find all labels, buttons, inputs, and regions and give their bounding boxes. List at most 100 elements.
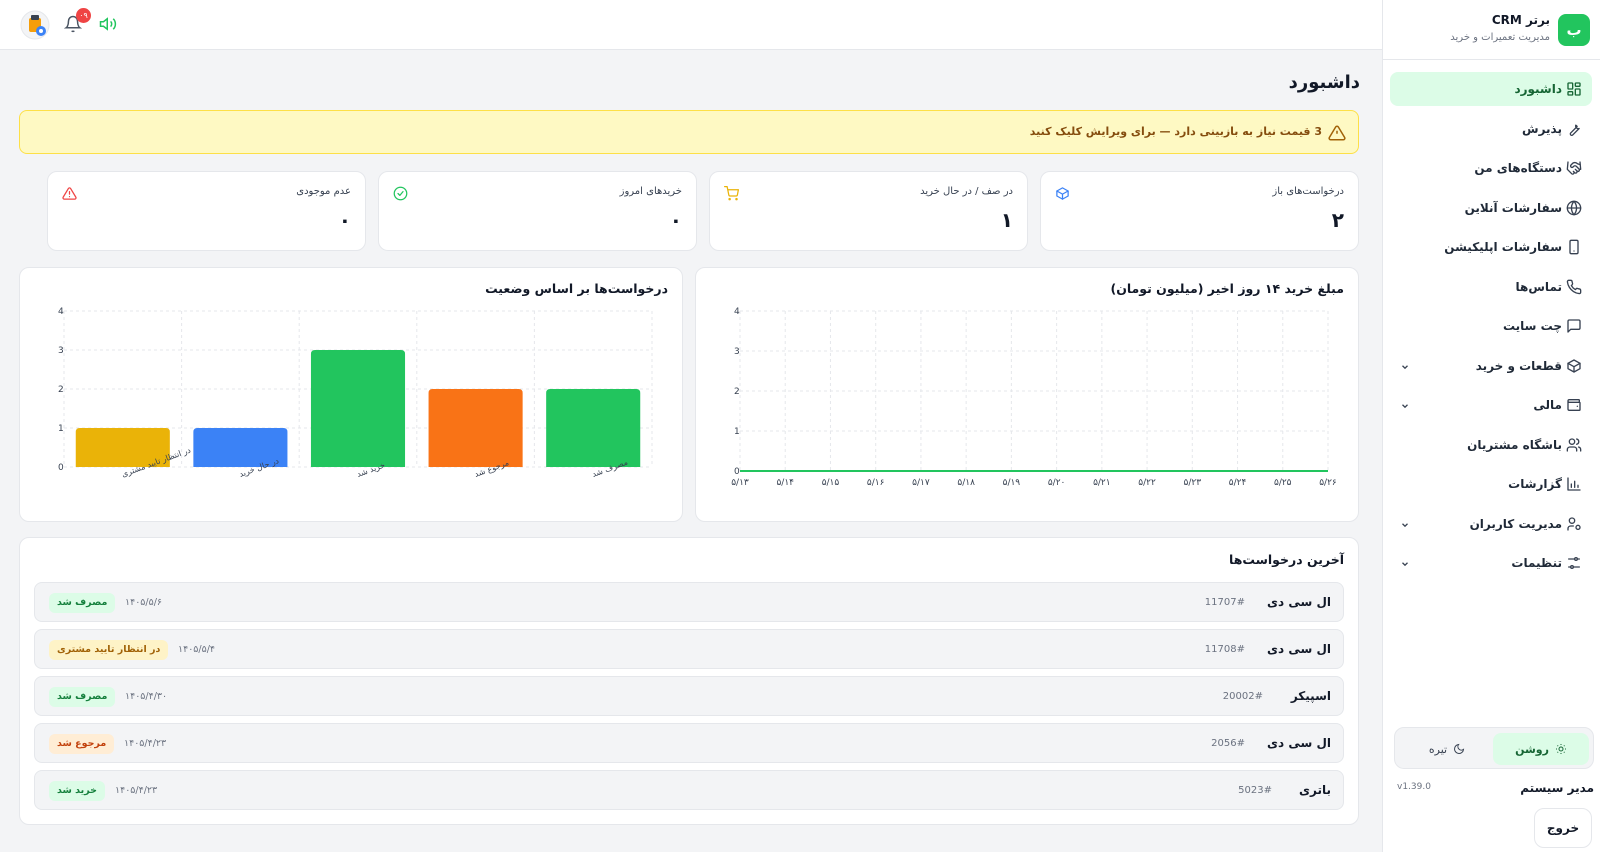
sidebar-item-10[interactable]: گزارشات: [1390, 467, 1592, 501]
sidebar-item-2[interactable]: دستگاه‌های من: [1390, 151, 1592, 185]
stat-label: عدم موجودی: [296, 186, 351, 197]
wallet-icon: [1566, 397, 1582, 413]
phone-icon: [1566, 279, 1582, 295]
request-item-name: ال سی دی: [1267, 642, 1331, 656]
status-badge: مصرف شد: [49, 593, 116, 613]
x-tick-label: ۵/۲۵: [1274, 478, 1292, 488]
bar-chart: 01234در انتظار تایید مشتری در حال خرید خری…: [58, 307, 653, 479]
sidebar-item-7[interactable]: قطعات و خرید: [1390, 349, 1592, 383]
request-id: 11708#: [1204, 644, 1245, 655]
recent-requests-card: آخرین درخواست‌ها ال سی دی 11707# مصرف شد ۱۴…: [19, 537, 1359, 825]
bar: [310, 350, 406, 467]
sidebar-item-label: باشگاه مشتریان: [1467, 437, 1562, 452]
chevron-down-icon[interactable]: [1400, 361, 1410, 371]
request-row[interactable]: ال سی دی 11707# مصرف شد ۱۴۰۵/۵/۶: [34, 582, 1344, 622]
sidebar-item-3[interactable]: سفارشات آنلاین: [1390, 191, 1592, 225]
wrench-icon: [1566, 121, 1582, 137]
sidebar-item-12[interactable]: تنظیمات: [1390, 546, 1592, 580]
sidebar-item-9[interactable]: باشگاه مشتریان: [1390, 428, 1592, 462]
stat-card[interactable]: درخواست‌های باز ۲: [1040, 171, 1359, 251]
chat-icon: [1566, 318, 1582, 334]
chevron-down-icon[interactable]: [1400, 400, 1410, 410]
request-id: 11707#: [1204, 597, 1245, 608]
requests-by-status-chart-card: درخواست‌ها بر اساس وضعیت 0 1 2 3 4 در انتظار …: [19, 267, 683, 522]
status-badge: در انتظار تایید مشتری: [49, 640, 169, 660]
chevron-down-icon[interactable]: [1400, 558, 1410, 568]
sidebar-item-1[interactable]: پذیرش: [1390, 112, 1592, 146]
x-tick-label: ۵/۲۳: [1184, 478, 1202, 488]
sidebar-item-5[interactable]: تماس‌ها: [1390, 270, 1592, 304]
sidebar-item-0[interactable]: داشبورد: [1390, 72, 1592, 106]
status-badge: مرجوع شد: [49, 734, 115, 754]
page-title: داشبورد: [1288, 72, 1360, 93]
request-date: ۱۴۰۵/۴/۲۳: [124, 738, 167, 749]
y-tick-label: 1: [734, 427, 740, 437]
request-row[interactable]: اسپیکر 20002# مصرف شد ۱۴۰۵/۴/۳۰: [34, 676, 1344, 716]
smartphone-icon: [1566, 239, 1582, 255]
sound-icon[interactable]: [98, 15, 118, 33]
x-tick-label: ۵/۱۶: [867, 478, 885, 488]
sidebar-item-11[interactable]: مدیریت کاربران: [1390, 507, 1592, 541]
bar: [428, 389, 523, 467]
y-tick-label: 0: [58, 463, 64, 473]
top-bar: ۰۹: [0, 0, 1382, 50]
y-tick-label: 4: [58, 307, 64, 317]
status-badge: خرید شد: [49, 781, 105, 801]
sidebar-nav: داشبورد پذیرش دستگاه‌های من سفارشات آنلاین س…: [1390, 72, 1592, 586]
stat-value: ۰: [338, 208, 351, 232]
request-date: ۱۴۰۵/۴/۲۳: [115, 785, 158, 796]
x-tick-label: ۵/۱۴: [776, 478, 794, 488]
price-review-alert[interactable]: 3 قیمت نیاز به بازبینی دارد — برای ویرای…: [19, 110, 1359, 154]
stat-value: ۱: [1000, 208, 1013, 232]
box-icon: [1055, 186, 1070, 201]
theme-light-button[interactable]: روشن: [1493, 733, 1589, 765]
request-item-name: باتری: [1299, 783, 1331, 797]
user-avatar-icon[interactable]: [20, 10, 50, 40]
stat-label: درخواست‌های باز: [1272, 186, 1344, 197]
check-circle-icon: [393, 186, 408, 201]
user-name: مدیر سیستم: [1520, 781, 1594, 795]
x-tick-label: ۵/۲۶: [1319, 478, 1337, 488]
handshake-icon: [1566, 160, 1582, 176]
sidebar: ب برتر CRM مدیریت تعمیرات و خرید داشبورد…: [1382, 0, 1600, 852]
stat-card[interactable]: عدم موجودی ۰: [47, 171, 366, 251]
y-tick-label: 0: [734, 467, 740, 477]
request-date: ۱۴۰۵/۵/۶: [125, 597, 163, 608]
stat-card[interactable]: در صف / در حال خرید ۱: [709, 171, 1028, 251]
sidebar-item-label: دستگاه‌های من: [1474, 161, 1562, 175]
users-icon: [1566, 437, 1582, 453]
sidebar-item-6[interactable]: چت سایت: [1390, 309, 1592, 343]
request-date: ۱۴۰۵/۵/۴: [178, 644, 216, 655]
sidebar-item-label: مدیریت کاربران: [1469, 516, 1562, 531]
y-tick-label: 2: [58, 385, 64, 395]
stat-card[interactable]: خریدهای امروز ۰: [378, 171, 697, 251]
y-tick-label: 3: [734, 347, 740, 357]
request-row[interactable]: باتری 5023# خرید شد ۱۴۰۵/۴/۲۳: [34, 770, 1344, 810]
brand-subtitle: مدیریت تعمیرات و خرید: [1450, 32, 1550, 43]
bar: [546, 389, 641, 467]
x-tick-label: ۵/۱۹: [1003, 478, 1021, 488]
sidebar-item-8[interactable]: مالی: [1390, 388, 1592, 422]
warning-icon: [1328, 125, 1346, 141]
logout-button[interactable]: خروج: [1534, 808, 1592, 848]
request-date: ۱۴۰۵/۴/۳۰: [125, 691, 168, 702]
stat-value: ۲: [1331, 208, 1344, 232]
line-chart: 0 1 2 3 4 ۵/۱۳ ۵/۱۴ ۵/۱۵ ۵/۱۶ ۵/۱۷ ۵/۱۸ ۵/۱۹ ۵/۲۰ ۵/۲…: [731, 307, 1337, 488]
y-tick-label: 3: [58, 346, 64, 356]
stat-label: خریدهای امروز: [619, 186, 682, 197]
x-tick-label: ۵/۲۰: [1048, 478, 1066, 488]
sidebar-item-4[interactable]: سفارشات اپلیکیشن: [1390, 230, 1592, 264]
sidebar-item-label: پذیرش: [1522, 121, 1562, 136]
sidebar-item-label: مالی: [1533, 398, 1562, 412]
x-tick-label: ۵/۱۸: [957, 478, 975, 488]
notification-badge: ۰۹: [76, 8, 91, 23]
dashboard-grid-icon: [1566, 81, 1582, 97]
sliders-icon: [1566, 555, 1582, 571]
bar-chart-icon: [1566, 476, 1582, 492]
theme-dark-button[interactable]: تیره: [1399, 733, 1495, 765]
request-row[interactable]: ال سی دی 11708# در انتظار تایید مشتری ۱۴۰۵/…: [34, 629, 1344, 669]
brand-header: ب برتر CRM مدیریت تعمیرات و خرید: [1382, 0, 1600, 60]
request-row[interactable]: ال سی دی 2056# مرجوع شد ۱۴۰۵/۴/۲۳: [34, 723, 1344, 763]
chevron-down-icon[interactable]: [1400, 519, 1410, 529]
brand-logo[interactable]: ب: [1558, 14, 1590, 46]
